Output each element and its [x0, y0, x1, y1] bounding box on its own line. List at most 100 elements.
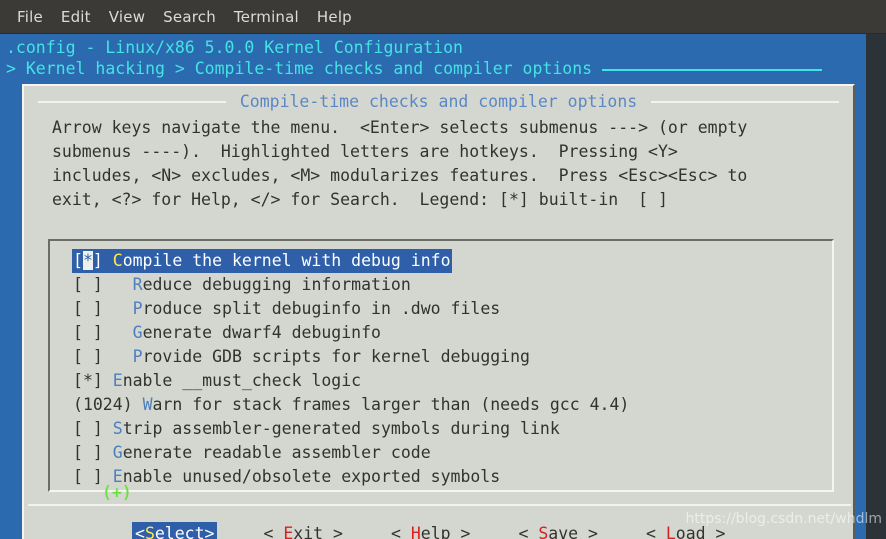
button-suffix: >: [705, 524, 726, 539]
button-separator: [28, 504, 851, 506]
button-help[interactable]: < Help >: [389, 522, 473, 539]
button-suffix: >: [450, 524, 471, 539]
button-hotkey: S: [538, 524, 549, 539]
button-prefix: <: [263, 524, 284, 539]
button-prefix: <: [135, 524, 145, 539]
option-marker-state: 1024: [82, 395, 123, 414]
dialog-title: Compile-time checks and compiler options: [239, 92, 638, 111]
option-marker-open: [: [73, 371, 83, 390]
option-label: nable __must_check logic: [122, 371, 362, 390]
button-suffix: >: [323, 524, 343, 539]
button-hotkey: L: [665, 524, 676, 539]
option-marker-open: [: [73, 323, 83, 342]
button-prefix: <: [390, 524, 411, 539]
button-label: oad: [675, 524, 706, 539]
option-marker-open: (: [73, 395, 83, 414]
option-hotkey: E: [112, 371, 123, 390]
option-row[interactable]: [*] Enable __must_check logic: [72, 369, 362, 393]
option-marker-close: ]: [92, 323, 133, 342]
option-marker-open: [: [73, 443, 83, 462]
app-title: .config - Linux/x86 5.0.0 Kernel Configu…: [6, 38, 463, 57]
breadcrumb-text: > Kernel hacking > Compile-time checks a…: [6, 59, 593, 78]
option-marker-close: ): [122, 395, 143, 414]
option-marker-state: *: [82, 251, 93, 270]
option-hotkey: W: [142, 395, 153, 414]
option-hotkey: P: [132, 347, 143, 366]
option-row[interactable]: [ ] Reduce debugging information: [72, 273, 412, 297]
button-load[interactable]: < Load >: [644, 522, 728, 539]
button-select[interactable]: <Select>: [132, 522, 218, 539]
option-label: roduce split debuginfo in .dwo files: [142, 299, 501, 318]
button-exit[interactable]: < Exit >: [261, 522, 345, 539]
option-marker-close: ]: [92, 299, 133, 318]
option-label: enerate readable assembler code: [122, 443, 431, 462]
button-hotkey: E: [283, 524, 294, 539]
option-marker-close: ]: [92, 371, 113, 390]
button-prefix: <: [518, 524, 539, 539]
terminal-menu-bar: File Edit View Search Terminal Help: [0, 0, 886, 34]
menu-item-search[interactable]: Search: [154, 5, 225, 29]
option-marker-close: ]: [92, 419, 113, 438]
option-hotkey: C: [112, 251, 123, 270]
button-label: elect: [154, 524, 205, 539]
button-hotkey: H: [410, 524, 421, 539]
breadcrumb: > Kernel hacking > Compile-time checks a…: [6, 59, 823, 79]
option-label: trip assembler-generated symbols during …: [122, 419, 560, 438]
option-row[interactable]: [ ] Enable unused/obsolete exported symb…: [72, 465, 501, 489]
option-hotkey: G: [112, 443, 123, 462]
option-hotkey: R: [132, 275, 143, 294]
option-marker-close: ]: [92, 251, 113, 270]
option-label: rovide GDB scripts for kernel debugging: [142, 347, 530, 366]
option-hotkey: G: [132, 323, 143, 342]
button-suffix: >: [204, 524, 215, 539]
dialog-title-rule-right: [651, 101, 840, 103]
menu-item-help[interactable]: Help: [308, 5, 361, 29]
option-marker-state: [83, 443, 93, 462]
option-row[interactable]: [ ] Produce split debuginfo in .dwo file…: [72, 297, 501, 321]
terminal-window: File Edit View Search Terminal Help .con…: [0, 0, 886, 539]
config-dialog: Compile-time checks and compiler options…: [22, 84, 855, 539]
option-marker-state: [83, 347, 93, 366]
menu-item-terminal[interactable]: Terminal: [225, 5, 308, 29]
option-label: educe debugging information: [142, 275, 411, 294]
button-hotkey: S: [144, 524, 155, 539]
option-marker-state: [83, 323, 93, 342]
option-marker-open: [: [73, 299, 83, 318]
option-list-frame: [*] Compile the kernel with debug info[ …: [48, 239, 834, 502]
menu-item-view[interactable]: View: [100, 5, 154, 29]
button-bar: <Select> < Exit > < Help > < Save > < Load >: [24, 522, 857, 539]
option-marker-state: *: [82, 371, 93, 390]
menu-item-edit[interactable]: Edit: [52, 5, 100, 29]
option-hotkey: P: [132, 299, 143, 318]
option-hotkey: S: [112, 419, 123, 438]
option-row[interactable]: [ ] Provide GDB scripts for kernel debug…: [72, 345, 531, 369]
option-marker-state: [83, 419, 93, 438]
button-label: elp: [420, 524, 451, 539]
button-label: ave: [548, 524, 579, 539]
button-save[interactable]: < Save >: [516, 522, 600, 539]
dialog-title-rule-left: [38, 101, 226, 103]
option-row[interactable]: [ ] Generate readable assembler code: [72, 441, 432, 465]
option-marker-close: ]: [92, 347, 133, 366]
option-marker-open: [: [73, 467, 83, 486]
option-marker-open: [: [73, 419, 83, 438]
option-row[interactable]: (1024) Warn for stack frames larger than…: [72, 393, 630, 417]
help-text: Arrow keys navigate the menu. <Enter> se…: [52, 118, 748, 209]
button-label: xit: [293, 524, 324, 539]
option-marker-open: [: [73, 347, 83, 366]
option-label: ompile the kernel with debug info: [122, 251, 451, 270]
scroll-more-indicator: (+): [102, 483, 132, 502]
option-row[interactable]: [ ] Strip assembler-generated symbols du…: [72, 417, 561, 441]
menuconfig-backdrop: .config - Linux/x86 5.0.0 Kernel Configu…: [0, 34, 866, 539]
option-row[interactable]: [*] Compile the kernel with debug info: [72, 249, 452, 273]
option-list[interactable]: [*] Compile the kernel with debug info[ …: [72, 249, 812, 489]
button-prefix: <: [645, 524, 666, 539]
option-row[interactable]: [ ] Generate dwarf4 debuginfo: [72, 321, 382, 345]
option-label: enerate dwarf4 debuginfo: [142, 323, 381, 342]
button-suffix: >: [578, 524, 598, 539]
option-marker-open: [: [73, 251, 83, 270]
option-marker-open: [: [73, 275, 83, 294]
menu-item-file[interactable]: File: [8, 5, 52, 29]
option-marker-state: [83, 467, 93, 486]
option-label: nable unused/obsolete exported symbols: [122, 467, 501, 486]
